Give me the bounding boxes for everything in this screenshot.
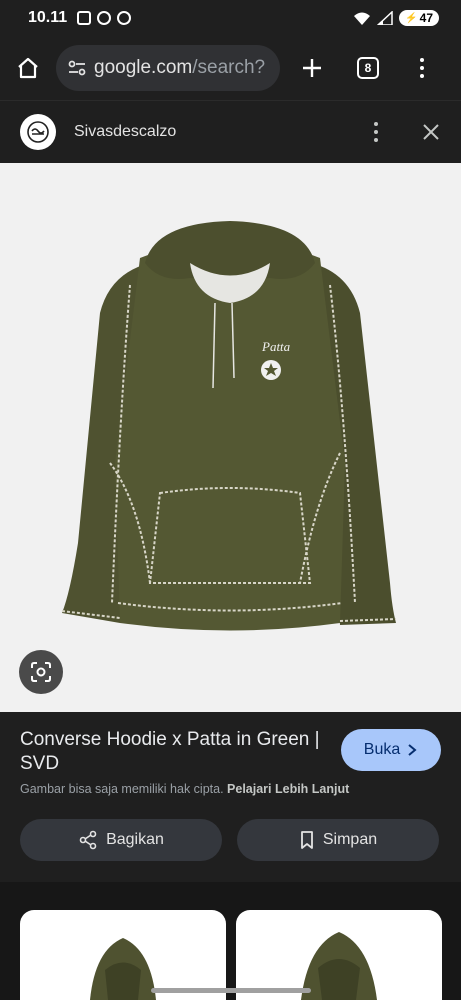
bookmark-icon [300, 831, 313, 849]
browser-toolbar: google.com/search? 8 [0, 36, 461, 100]
lens-icon [31, 662, 51, 682]
close-button[interactable] [401, 112, 461, 152]
visit-label: Buka [363, 741, 401, 758]
screenshot-icon [77, 11, 92, 25]
share-label: Bagikan [106, 831, 164, 848]
wifi-icon [354, 12, 371, 25]
whatsapp-icon [117, 11, 132, 25]
hoodie-image: Patta [61, 221, 397, 631]
tab-count: 8 [357, 57, 379, 79]
notification-icons [77, 11, 132, 25]
chevron-right-icon [408, 744, 417, 756]
close-icon [423, 124, 439, 140]
more-vert-icon [374, 122, 378, 142]
site-name[interactable]: Sivasdescalzo [74, 123, 176, 141]
status-time: 10.11 [28, 9, 68, 26]
related-image-2[interactable] [236, 910, 442, 1000]
home-button[interactable] [0, 36, 56, 100]
new-tab-button[interactable] [284, 36, 340, 100]
share-button[interactable]: Bagikan [20, 819, 222, 861]
related-images [0, 882, 461, 1000]
tab-switcher-button[interactable]: 8 [340, 36, 396, 100]
lens-button[interactable] [19, 650, 63, 694]
signal-icon [377, 11, 393, 25]
product-image[interactable]: Patta [0, 163, 461, 712]
browser-menu-button[interactable] [396, 36, 448, 100]
save-label: Simpan [322, 831, 378, 848]
save-button[interactable]: Simpan [237, 819, 439, 861]
image-info-panel: Converse Hoodie x Patta in Green | SVD B… [0, 712, 461, 882]
site-logo-icon [27, 121, 49, 143]
source-header: Sivasdescalzo [0, 100, 461, 163]
url-path: /search? [192, 57, 266, 78]
copyright-notice: Gambar bisa saja memiliki hak cipta. Pel… [20, 782, 349, 796]
learn-more-link[interactable]: Pelajari Lebih Lanjut [227, 782, 349, 796]
more-vert-icon [420, 58, 424, 78]
share-icon [79, 830, 97, 850]
related-image-1[interactable] [20, 910, 226, 1000]
address-bar[interactable]: google.com/search? [56, 45, 280, 91]
home-icon [18, 57, 38, 79]
battery-icon: ⚡ [405, 12, 418, 24]
battery-level: 47 [419, 11, 433, 25]
url-host: google.com [94, 57, 193, 78]
more-options-button[interactable] [351, 112, 401, 152]
copyright-text: Gambar bisa saja memiliki hak cipta. [20, 782, 224, 796]
site-settings-icon[interactable] [66, 57, 88, 79]
gesture-nav-handle[interactable] [151, 988, 311, 993]
url-text: google.com/search? [94, 57, 265, 79]
site-logo [20, 114, 56, 150]
hoodie-thumbnail [301, 932, 377, 1000]
visit-button[interactable]: Buka [341, 729, 441, 771]
plus-icon [303, 59, 321, 77]
status-bar: 10.11 ⚡ 47 [0, 0, 461, 36]
hoodie-thumbnail [90, 938, 156, 1000]
product-title[interactable]: Converse Hoodie x Patta in Green | SVD [20, 728, 330, 776]
sync-icon [97, 11, 112, 25]
battery-indicator: ⚡ 47 [399, 10, 439, 26]
patta-logo: Patta [261, 339, 291, 354]
